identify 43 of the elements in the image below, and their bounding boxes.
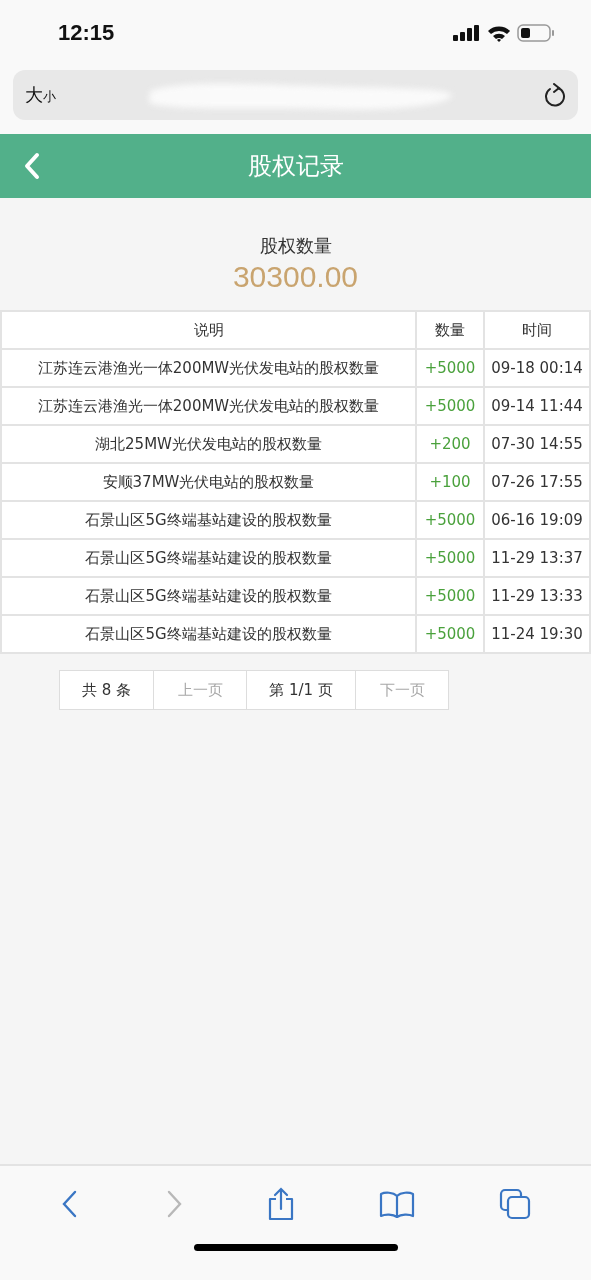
table-cell: +5000 [416, 387, 484, 425]
table-cell: 07-30 14:55 [484, 425, 590, 463]
table-cell: +5000 [416, 577, 484, 615]
table-cell: 06-16 19:09 [484, 501, 590, 539]
back-icon[interactable] [24, 152, 40, 180]
table-cell: +200 [416, 425, 484, 463]
table-cell: 湖北25MW光伏发电站的股权数量 [1, 425, 416, 463]
text-size-button[interactable]: 大小 [25, 83, 56, 107]
table-cell: 09-14 11:44 [484, 387, 590, 425]
table-cell: +5000 [416, 539, 484, 577]
table-cell: 石景山区5G终端基站建设的股权数量 [1, 577, 416, 615]
table-cell: 江苏连云港渔光一体200MW光伏发电站的股权数量 [1, 349, 416, 387]
table-cell: 石景山区5G终端基站建设的股权数量 [1, 501, 416, 539]
table-cell: 07-26 17:55 [484, 463, 590, 501]
table-cell: +5000 [416, 349, 484, 387]
wifi-icon [487, 24, 511, 42]
table-cell: 石景山区5G终端基站建设的股权数量 [1, 615, 416, 653]
address-bar[interactable]: 大小 [13, 70, 578, 120]
signal-icon [453, 25, 481, 41]
table-cell: 11-29 13:37 [484, 539, 590, 577]
table-cell: 安顺37MW光伏电站的股权数量 [1, 463, 416, 501]
table-cell: 11-29 13:33 [484, 577, 590, 615]
summary-label: 股权数量 [259, 234, 332, 258]
summary-value: 30300.00 [232, 260, 359, 294]
reload-icon[interactable] [544, 83, 566, 107]
tabs-icon[interactable] [499, 1188, 532, 1220]
pagination-item[interactable]: 第 1/1 页 [246, 670, 356, 710]
book-icon[interactable] [379, 1190, 416, 1218]
pagination-item[interactable]: 共 8 条 [59, 670, 154, 710]
table-cell: +100 [416, 463, 484, 501]
page-title: 股权记录 [247, 151, 344, 182]
status-time: 12:15 [58, 20, 115, 46]
column-header: 数量 [416, 311, 484, 349]
table-cell: +5000 [416, 615, 484, 653]
table-cell: 江苏连云港渔光一体200MW光伏发电站的股权数量 [1, 387, 416, 425]
table-cell: 09-18 00:14 [484, 349, 590, 387]
table-cell: 11-24 19:30 [484, 615, 590, 653]
table-cell: 石景山区5G终端基站建设的股权数量 [1, 539, 416, 577]
column-header: 说明 [1, 311, 416, 349]
share-icon[interactable] [267, 1187, 296, 1221]
column-header: 时间 [484, 311, 590, 349]
battery-icon [517, 24, 555, 42]
table-cell: +5000 [416, 501, 484, 539]
